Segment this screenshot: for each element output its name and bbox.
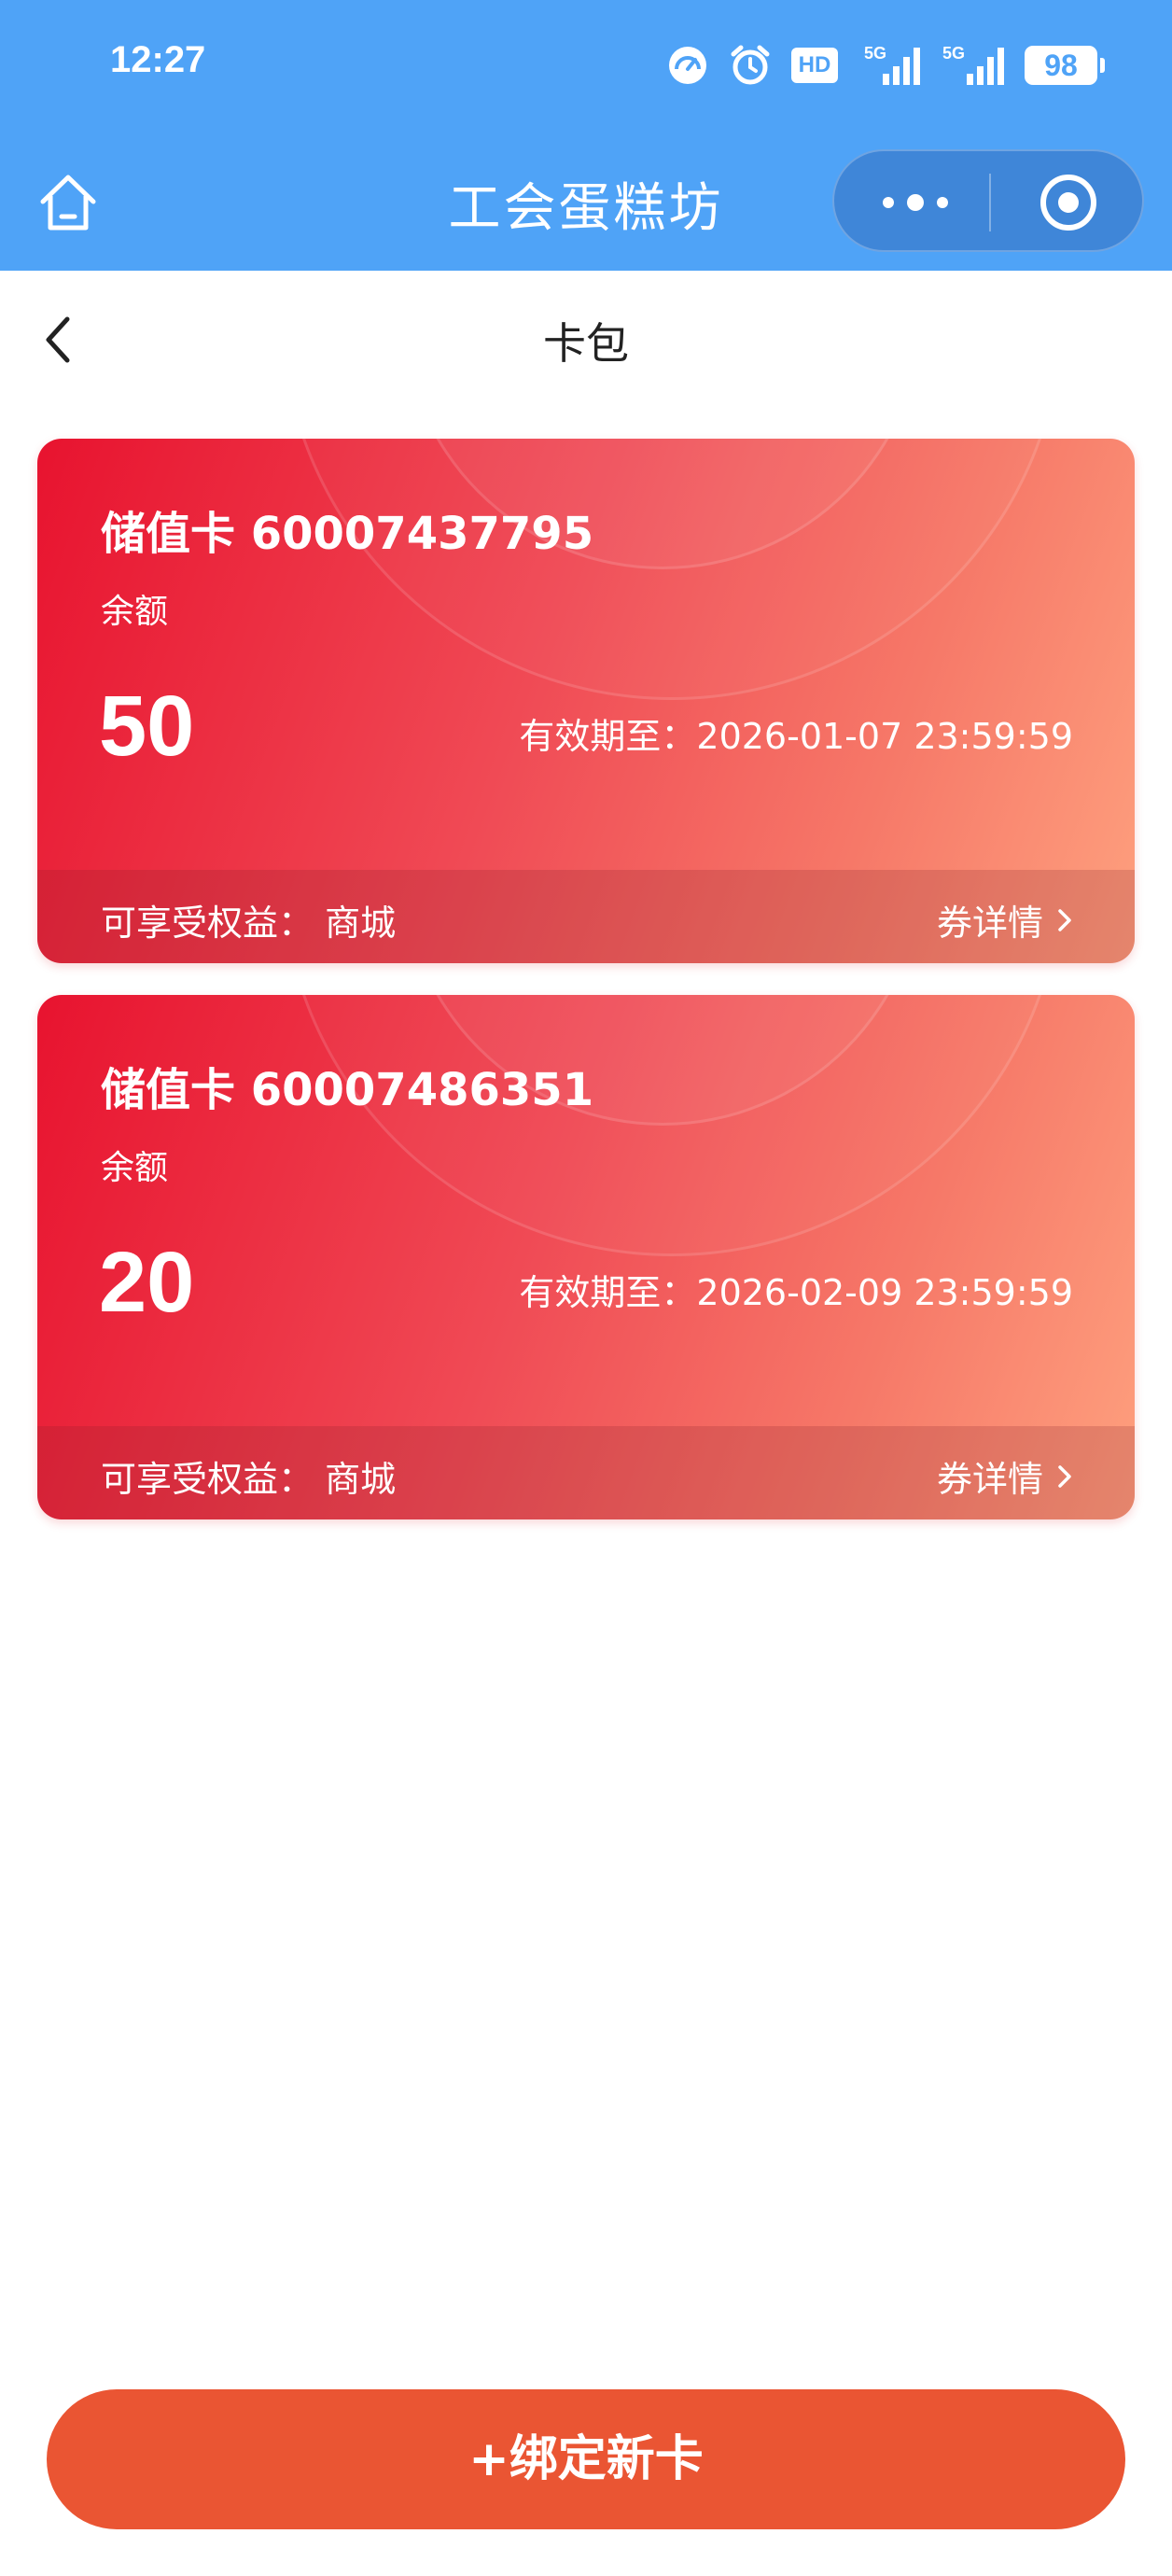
alarm-icon: [731, 45, 770, 85]
signal-5g-icon-2: 5G: [942, 44, 1004, 85]
card-balance: 20: [99, 1235, 195, 1330]
top-bar: 12:27 HD 5G 5G 98 工会蛋糕坊: [0, 0, 1172, 271]
svg-text:5G: 5G: [864, 44, 886, 63]
page-title: 卡包: [543, 318, 629, 369]
card-footer: 可享受权益： 商城 券详情: [37, 1426, 1135, 1519]
speedometer-icon: [669, 47, 706, 84]
stored-value-card[interactable]: 储值卡 60007486351 余额 20 有效期至：2026-02-09 23…: [37, 995, 1135, 1519]
coupon-detail-label: 券详情: [936, 903, 1043, 944]
chevron-right-icon: [1058, 908, 1071, 931]
card-balance: 50: [99, 679, 195, 774]
page: 12:27 HD 5G 5G 98 工会蛋糕坊 卡包 储值卡 600074377…: [0, 0, 1172, 2576]
card-expiry: 有效期至：2026-01-07 23:59:59: [519, 716, 1073, 757]
card-title: 储值卡 60007486351: [101, 1064, 594, 1116]
coupon-detail-label: 券详情: [936, 1459, 1043, 1500]
card-footer: 可享受权益： 商城 券详情: [37, 870, 1135, 963]
card-title: 储值卡 60007437795: [101, 508, 594, 560]
coupon-detail-link[interactable]: 券详情: [937, 894, 1073, 945]
signal-5g-icon: 5G: [864, 44, 920, 85]
hd-badge: HD: [791, 48, 838, 83]
chevron-right-icon: [1058, 1464, 1071, 1488]
capsule-divider: [989, 174, 991, 231]
card-expiry: 有效期至：2026-02-09 23:59:59: [519, 1272, 1073, 1313]
battery-indicator: 98: [1025, 46, 1105, 85]
card-rights: 可享受权益： 商城: [101, 903, 397, 944]
card-balance-label: 余额: [101, 1149, 169, 1187]
capsule-menu: [832, 149, 1144, 252]
status-icons: HD 5G 5G 98: [666, 37, 1105, 93]
status-time: 12:27: [110, 39, 206, 80]
stored-value-card[interactable]: 储值卡 60007437795 余额 50 有效期至：2026-01-07 23…: [37, 439, 1135, 963]
coupon-detail-link[interactable]: 券详情: [937, 1450, 1073, 1502]
card-rights: 可享受权益： 商城: [101, 1459, 397, 1500]
card-balance-label: 余额: [101, 593, 169, 631]
bind-new-card-button[interactable]: +绑定新卡: [47, 2389, 1125, 2529]
svg-text:5G: 5G: [942, 44, 965, 63]
more-icon[interactable]: [873, 179, 957, 226]
close-miniapp-icon[interactable]: [1038, 172, 1099, 233]
